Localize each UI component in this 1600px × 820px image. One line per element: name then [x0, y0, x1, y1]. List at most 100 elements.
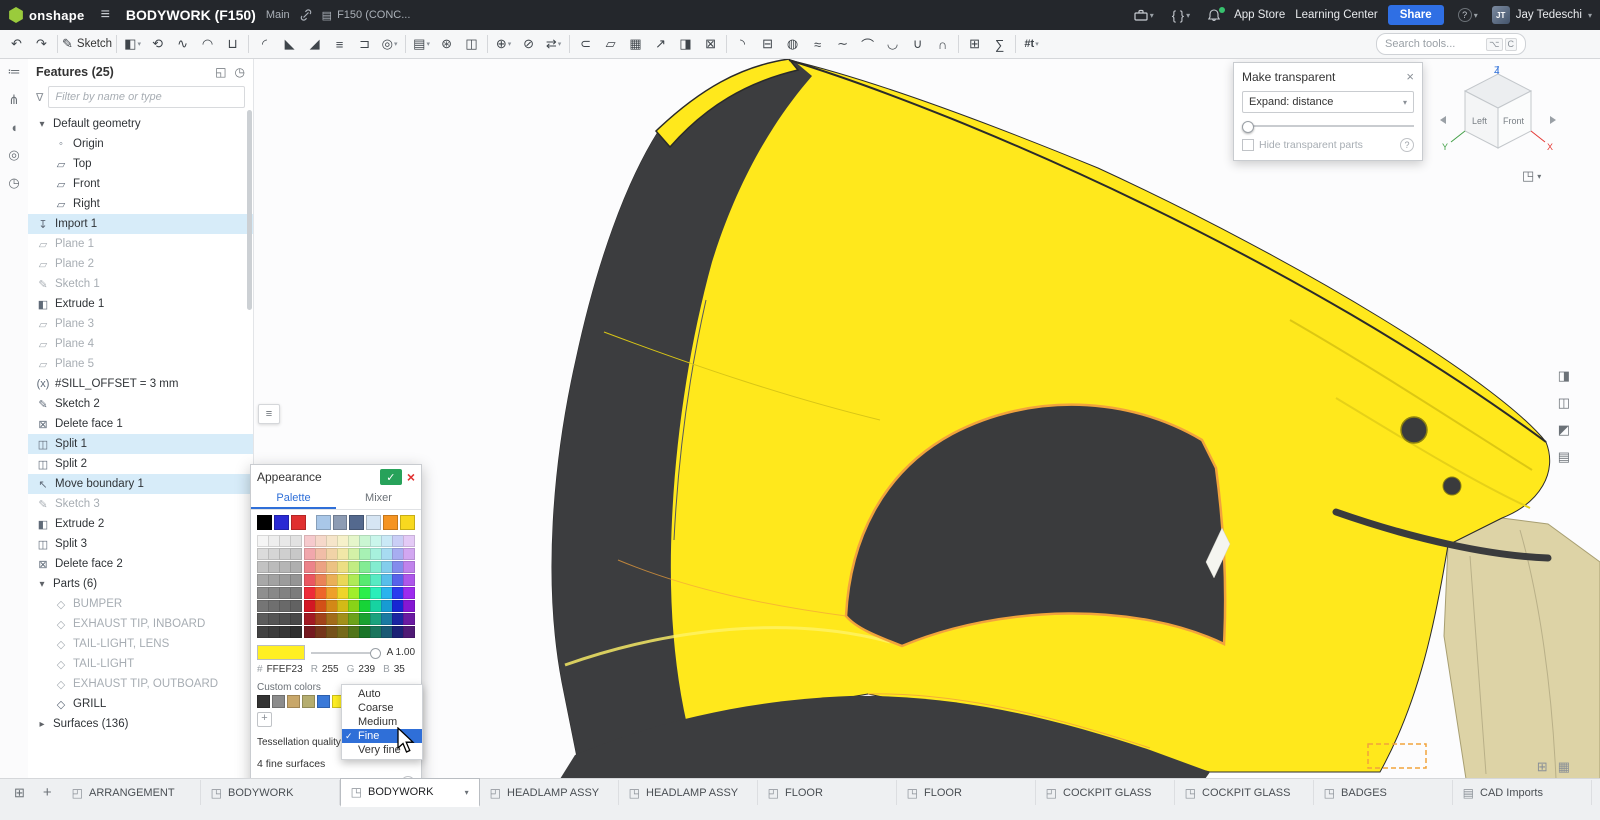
add-tab-button[interactable]: +: [33, 784, 62, 801]
project-curve-button[interactable]: ⌒: [855, 33, 880, 55]
shell-button[interactable]: ⊐: [352, 33, 377, 55]
boundary-surface-button[interactable]: ▱: [598, 33, 623, 55]
redo-button[interactable]: ↷: [29, 33, 54, 55]
rotate-right-arrow-icon[interactable]: [1550, 116, 1556, 124]
color-swatch[interactable]: [403, 587, 415, 599]
feature-item[interactable]: ▱Plane 5: [28, 354, 253, 374]
thicken-button[interactable]: ⊔: [220, 33, 245, 55]
feature-item[interactable]: ▱Top: [28, 154, 253, 174]
slider-handle[interactable]: [1242, 121, 1254, 133]
document-tab[interactable]: ◰COCKPIT GLASS: [1036, 780, 1175, 805]
spline-button[interactable]: ∼: [830, 33, 855, 55]
color-swatch[interactable]: [383, 515, 398, 530]
bridging-curve-button[interactable]: ◡: [880, 33, 905, 55]
replace-face-button[interactable]: ◨: [673, 33, 698, 55]
document-tab[interactable]: ◰FLOOR: [758, 780, 897, 805]
tessellation-option[interactable]: Medium: [342, 715, 422, 729]
feature-item[interactable]: ▱Plane 3: [28, 314, 253, 334]
color-swatch[interactable]: [403, 548, 415, 560]
fill-surface-button[interactable]: ▦: [623, 33, 648, 55]
color-swatch[interactable]: [403, 535, 415, 547]
fillet-button[interactable]: ◜: [252, 33, 277, 55]
accept-button[interactable]: ✓: [380, 469, 402, 485]
feature-item[interactable]: ↖Move boundary 1: [28, 474, 253, 494]
mirror-button[interactable]: ◫: [459, 33, 484, 55]
feature-item[interactable]: ◫Split 3: [28, 534, 253, 554]
feature-item[interactable]: ◇EXHAUST TIP, OUTBOARD: [28, 674, 253, 694]
named-views-icon[interactable]: ◫: [1558, 395, 1570, 411]
tail-hole[interactable]: [1401, 417, 1427, 443]
open-in-panel-icon[interactable]: ◱: [215, 65, 226, 79]
chevron-down-icon[interactable]: ▾: [36, 119, 48, 130]
revolve-button[interactable]: ⟲: [145, 33, 170, 55]
gray-swatch[interactable]: [290, 535, 302, 547]
tessellation-option[interactable]: Coarse: [342, 701, 422, 715]
document-tab[interactable]: ◳BODYWORK▾: [340, 778, 480, 807]
gray-swatch[interactable]: [290, 548, 302, 560]
rib-button[interactable]: ≡: [327, 33, 352, 55]
document-tab[interactable]: ◳BADGES: [1314, 780, 1453, 805]
tab-manager-icon[interactable]: ⊞: [6, 785, 33, 801]
feature-item[interactable]: ▸Surfaces (136): [28, 714, 253, 734]
intersection-curve-button[interactable]: ∩: [930, 33, 955, 55]
delete-face-button[interactable]: ⊠: [698, 33, 723, 55]
rotate-left-arrow-icon[interactable]: [1440, 116, 1446, 124]
chamfer-button[interactable]: ◣: [277, 33, 302, 55]
view-options-button[interactable]: ◳▾: [1522, 168, 1541, 184]
draft-button[interactable]: ◢: [302, 33, 327, 55]
wrap-button[interactable]: ◍: [780, 33, 805, 55]
gray-swatch[interactable]: [290, 626, 302, 638]
document-title[interactable]: BODYWORK (F150): [126, 7, 256, 23]
extrude-button[interactable]: ◧▾: [120, 33, 145, 55]
sweep-button[interactable]: ∿: [170, 33, 195, 55]
document-tab[interactable]: ◰ARRANGEMENT: [62, 780, 201, 805]
delete-part-button[interactable]: ⊟: [755, 33, 780, 55]
document-tab[interactable]: ▤CAD Imports: [1453, 780, 1592, 805]
color-swatch[interactable]: [333, 515, 348, 530]
sketch-button[interactable]: ✎Sketch: [61, 33, 113, 55]
feature-item[interactable]: ◫Split 1: [28, 434, 253, 454]
hole-button[interactable]: ◎▾: [377, 33, 402, 55]
distance-slider[interactable]: [1242, 117, 1414, 135]
hide-transparent-checkbox[interactable]: [1242, 139, 1254, 151]
mass-properties-button[interactable]: ∑: [987, 33, 1012, 55]
linear-pattern-button[interactable]: ▤▾: [409, 33, 434, 55]
feature-item[interactable]: ▱Right: [28, 194, 253, 214]
custom-color-swatch[interactable]: [302, 695, 315, 708]
transform-button[interactable]: ⇄▾: [541, 33, 566, 55]
document-tab[interactable]: ◳HEADLAMP ASSY: [619, 780, 758, 805]
context-flyout-icon[interactable]: ≡: [258, 404, 280, 424]
tessellation-option[interactable]: ✓Fine: [342, 729, 422, 743]
feature-item[interactable]: ▱Plane 4: [28, 334, 253, 354]
tab-mixer[interactable]: Mixer: [336, 489, 421, 509]
color-swatch[interactable]: [257, 515, 272, 530]
g-value[interactable]: 239: [358, 664, 375, 675]
gray-swatch[interactable]: [290, 613, 302, 625]
variable-table-button[interactable]: #t▾: [1019, 33, 1044, 55]
feature-item[interactable]: ◇BUMPER: [28, 594, 253, 614]
hamburger-menu-icon[interactable]: ≡: [95, 6, 116, 24]
undo-button[interactable]: ↶: [4, 33, 29, 55]
offset-surface-button[interactable]: ⊂: [573, 33, 598, 55]
search-tools-input[interactable]: Search tools... ⌥C: [1376, 33, 1526, 55]
split-button[interactable]: ⊘: [516, 33, 541, 55]
learning-center-link[interactable]: Learning Center: [1295, 9, 1377, 21]
rollback-history-icon[interactable]: ◷: [235, 65, 245, 79]
feature-item[interactable]: ▾Default geometry: [28, 114, 253, 134]
custom-color-swatch[interactable]: [257, 695, 270, 708]
close-icon[interactable]: ×: [1406, 69, 1414, 84]
color-swatch[interactable]: [403, 600, 415, 612]
move-face-button[interactable]: ↗: [648, 33, 673, 55]
tab-palette[interactable]: Palette: [251, 489, 336, 509]
cancel-icon[interactable]: ×: [407, 469, 415, 485]
notifications-bell-icon[interactable]: [1204, 9, 1224, 22]
expand-distance-dropdown[interactable]: Expand: distance ▾: [1242, 91, 1414, 113]
follow-mode-icon[interactable]: ◎: [8, 147, 19, 163]
help-menu[interactable]: ? ▾: [1454, 8, 1482, 22]
comments-icon[interactable]: ◖: [10, 120, 18, 135]
custom-color-swatch[interactable]: [272, 695, 285, 708]
r-value[interactable]: 255: [322, 664, 339, 675]
custom-color-swatch[interactable]: [287, 695, 300, 708]
add-custom-color-button[interactable]: +: [257, 712, 272, 727]
chevron-down-icon[interactable]: ▾: [36, 579, 48, 590]
